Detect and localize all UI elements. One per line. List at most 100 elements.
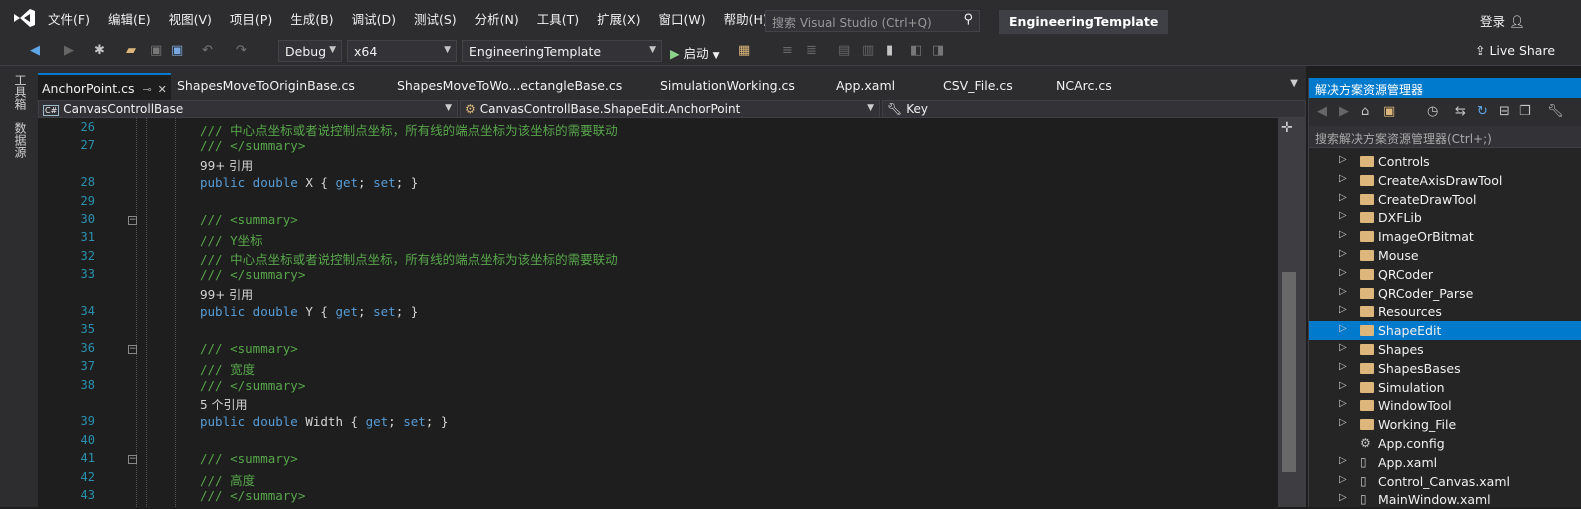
tree-item[interactable]: ▷ Simulation bbox=[1309, 378, 1581, 397]
collapse-all-icon[interactable]: ⊟ bbox=[1499, 104, 1510, 119]
tree-item[interactable]: ▷ CreateDrawTool bbox=[1309, 190, 1581, 209]
forward-icon[interactable]: ▶ bbox=[1339, 104, 1349, 119]
sync-icon[interactable]: ⇆ bbox=[1455, 104, 1466, 119]
expand-icon[interactable]: ▷ bbox=[1339, 380, 1347, 391]
tree-item[interactable]: ▷ ShapesBases bbox=[1309, 359, 1581, 378]
scrollbar-thumb[interactable] bbox=[1282, 272, 1296, 472]
refresh-icon[interactable]: ↻ bbox=[1477, 104, 1488, 119]
tab-shapesmovetooriginbase[interactable]: ShapesMoveToOriginBase.cs bbox=[177, 78, 355, 93]
tab-shapesmovetowo[interactable]: ShapesMoveToWo...ectangleBase.cs bbox=[397, 78, 622, 93]
expand-icon[interactable]: ▷ bbox=[1339, 210, 1347, 221]
expand-icon[interactable]: ▷ bbox=[1339, 286, 1347, 297]
platform-select[interactable]: x64 ▼ bbox=[347, 40, 457, 62]
tree-item[interactable]: ▷ ImageOrBitmat bbox=[1309, 227, 1581, 246]
member-dropdown[interactable]: 🔧︎ Key bbox=[882, 100, 1306, 118]
collapse-region-icon[interactable]: − bbox=[128, 344, 137, 354]
visual-studio-logo-icon[interactable] bbox=[10, 6, 38, 30]
tree-item[interactable]: ▷ Resources bbox=[1309, 302, 1581, 321]
menu-item[interactable]: 文件(F) bbox=[48, 9, 90, 28]
close-icon[interactable]: ✕ bbox=[158, 83, 167, 96]
menu-item[interactable]: 分析(N) bbox=[475, 9, 519, 28]
back-icon[interactable]: ◀ bbox=[1317, 104, 1327, 119]
save-icon[interactable]: ▣ bbox=[150, 43, 162, 58]
expand-icon[interactable]: ▷ bbox=[1339, 267, 1347, 278]
tree-item[interactable]: ▷ QRCoder bbox=[1309, 265, 1581, 284]
undo-icon[interactable]: ↶ bbox=[202, 43, 213, 58]
back-icon[interactable]: ◀ bbox=[30, 43, 40, 58]
expand-icon[interactable]: ▷ bbox=[1339, 173, 1347, 184]
tree-item[interactable]: ▷ Working_File bbox=[1309, 415, 1581, 434]
tab-csv-file[interactable]: CSV_File.cs bbox=[943, 78, 1013, 93]
forward-icon[interactable]: ▶ bbox=[64, 43, 74, 58]
save-all-icon[interactable]: ▣ bbox=[171, 43, 183, 58]
tab-simulationworking[interactable]: SimulationWorking.cs bbox=[660, 78, 795, 93]
expand-icon[interactable]: ▷ bbox=[1339, 474, 1347, 485]
menu-item[interactable]: 测试(S) bbox=[414, 9, 457, 28]
editor-scrollbar[interactable]: ✛ bbox=[1278, 118, 1306, 507]
tree-item[interactable]: ▷ WindowTool bbox=[1309, 396, 1581, 415]
startup-project-select[interactable]: EngineeringTemplate ▼ bbox=[462, 40, 662, 62]
expand-icon[interactable]: ▷ bbox=[1339, 304, 1347, 315]
configuration-select[interactable]: Debug ▼ bbox=[278, 40, 342, 62]
tree-item[interactable]: ⚙ App.config bbox=[1309, 434, 1581, 453]
menu-item[interactable]: 调试(D) bbox=[352, 9, 396, 28]
new-project-icon[interactable]: ✱ bbox=[94, 43, 105, 58]
menu-item[interactable]: 帮助(H) bbox=[724, 9, 768, 28]
codelens-references[interactable]: 99+ 引用 bbox=[200, 157, 253, 174]
expand-icon[interactable]: ▷ bbox=[1339, 492, 1347, 503]
codelens-references[interactable]: 5 个引用 bbox=[200, 396, 247, 413]
bookmark-icon[interactable]: ▮ bbox=[886, 43, 893, 58]
tree-item[interactable]: ▷ ▯ App.xaml bbox=[1309, 453, 1581, 472]
expand-icon[interactable]: ▷ bbox=[1339, 398, 1347, 409]
tree-item[interactable]: ▷ Shapes bbox=[1309, 340, 1581, 359]
tree-item[interactable]: ▷ ShapeEdit bbox=[1309, 321, 1581, 341]
expand-icon[interactable]: ▷ bbox=[1339, 455, 1347, 466]
pin-icon[interactable]: ⊸ bbox=[142, 83, 151, 96]
expand-icon[interactable]: ▷ bbox=[1339, 229, 1347, 240]
home-icon[interactable]: ⌂ bbox=[1361, 104, 1369, 119]
toolbox-tab[interactable]: 工具箱 bbox=[12, 74, 29, 110]
next-bookmark-icon[interactable]: ◨ bbox=[932, 43, 944, 58]
tree-item[interactable]: ▷ CreateAxisDrawTool bbox=[1309, 171, 1581, 190]
start-button[interactable]: ▶ 启动 ▼ bbox=[670, 43, 720, 62]
collapse-region-icon[interactable]: − bbox=[128, 455, 137, 465]
expand-icon[interactable]: ▷ bbox=[1339, 154, 1347, 165]
tab-list-dropdown-icon[interactable]: ▼ bbox=[1290, 78, 1298, 89]
menu-item[interactable]: 视图(V) bbox=[169, 9, 212, 28]
expand-icon[interactable]: ▷ bbox=[1339, 361, 1347, 372]
menu-item[interactable]: 编辑(E) bbox=[108, 9, 151, 28]
menu-item[interactable]: 项目(P) bbox=[230, 9, 272, 28]
expand-icon[interactable]: ▷ bbox=[1339, 248, 1347, 259]
menu-item[interactable]: 生成(B) bbox=[290, 9, 333, 28]
switch-views-icon[interactable]: ▣ bbox=[1383, 104, 1395, 119]
menu-item[interactable]: 窗口(W) bbox=[658, 9, 705, 28]
tree-item[interactable]: ▷ ▯ Control_Canvas.xaml bbox=[1309, 472, 1581, 491]
codelens-references[interactable]: 99+ 引用 bbox=[200, 286, 253, 303]
solution-search-input[interactable]: 搜索解决方案资源管理器(Ctrl+;) bbox=[1309, 126, 1581, 148]
indent-icon[interactable]: ≣ bbox=[806, 43, 817, 58]
redo-icon[interactable]: ↷ bbox=[236, 43, 247, 58]
tree-item[interactable]: ▷ Controls bbox=[1309, 152, 1581, 171]
login-button[interactable]: 登录 👤︎ bbox=[1480, 11, 1525, 30]
uncomment-icon[interactable]: ▥ bbox=[862, 43, 874, 58]
prev-bookmark-icon[interactable]: ◧ bbox=[910, 43, 922, 58]
search-box[interactable]: 搜索 Visual Studio (Ctrl+Q) ⚲ bbox=[765, 10, 980, 32]
tree-item[interactable]: ▷ Mouse bbox=[1309, 246, 1581, 265]
expand-icon[interactable]: ▷ bbox=[1339, 342, 1347, 353]
tree-item[interactable]: ▷ QRCoder_Parse bbox=[1309, 284, 1581, 303]
tree-item[interactable]: ▷ DXFLib bbox=[1309, 208, 1581, 227]
project-dropdown[interactable]: C# CanvasControllBase ▼ bbox=[38, 100, 458, 118]
pending-changes-icon[interactable]: ◷ bbox=[1427, 104, 1438, 119]
code-editor[interactable]: 26 /// 中心点坐标或者说控制点坐标，所有线的端点坐标为该坐标的需要联动 27 /… bbox=[38, 118, 1278, 507]
tab-app-xaml[interactable]: App.xaml bbox=[836, 78, 895, 93]
browse-icon[interactable]: ▦ bbox=[738, 43, 750, 58]
search-icon[interactable]: ⚲ bbox=[963, 12, 973, 27]
menu-item[interactable]: 工具(T) bbox=[537, 9, 579, 28]
expand-icon[interactable]: ▷ bbox=[1339, 417, 1347, 428]
properties-icon[interactable]: 🔧︎ bbox=[1547, 104, 1564, 119]
data-sources-tab[interactable]: 数据源 bbox=[12, 122, 29, 158]
menu-item[interactable]: 扩展(X) bbox=[597, 9, 640, 28]
collapse-region-icon[interactable]: − bbox=[128, 216, 137, 225]
tab-anchorpoint[interactable]: AnchorPoint.cs ⊸ ✕ bbox=[38, 73, 171, 100]
open-folder-icon[interactable]: ▰ bbox=[126, 43, 136, 58]
